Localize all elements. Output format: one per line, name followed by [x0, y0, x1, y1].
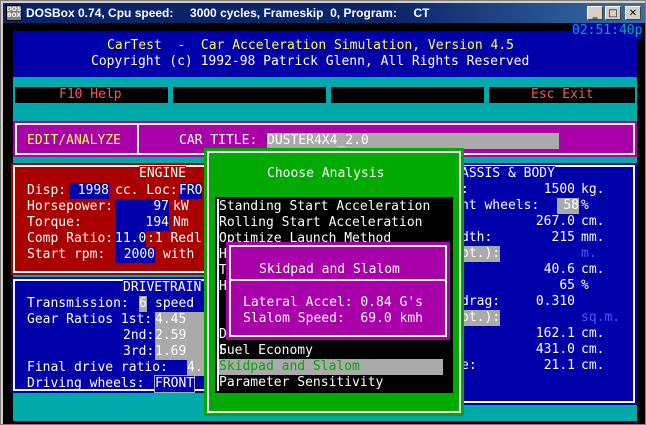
chassis-row12-unit: cm. — [581, 358, 605, 373]
chassis-weight-field[interactable]: 1500 — [515, 182, 575, 198]
mode-label: EDIT/ANALYZE — [27, 133, 121, 148]
gear-2-field[interactable]: 2.59 — [155, 328, 209, 344]
gear-1-field[interactable]: 4.45 — [155, 312, 209, 328]
chassis-row11-field[interactable]: 431.0 — [515, 342, 575, 358]
window-title: DOSBox 0.74, Cpu speed: 3000 cycles, Fra… — [26, 6, 430, 20]
chassis-row9-label: pt.): — [461, 310, 501, 326]
menu-item-fuel-economy[interactable]: Fuel Economy — [219, 343, 313, 359]
comp-unit: :1 Redl — [147, 231, 202, 246]
chassis-row10-field[interactable]: 162.1 — [515, 326, 575, 342]
choose-analysis-title: Choose Analysis — [267, 166, 385, 181]
menu-exit-label: Esc Exit — [531, 87, 594, 102]
menu-item-standing-start[interactable]: Standing Start Acceleration — [219, 199, 430, 215]
chassis-weight-unit: kg. — [581, 182, 605, 197]
lateral-accel-result: Lateral Accel: 0.84 G's — [243, 295, 424, 310]
final-drive-field[interactable]: 4. — [187, 360, 209, 376]
torque-label: Torque: — [27, 215, 82, 230]
start-rpm-label: Start rpm: — [27, 247, 106, 262]
menu-item-4[interactable]: H — [219, 247, 227, 263]
dosbox-window: DOS BOX DOSBox 0.74, Cpu speed: 3000 cyc… — [0, 0, 646, 425]
menu-item-5[interactable]: T — [219, 263, 227, 279]
menu-item-rolling-start[interactable]: Rolling Start Acceleration — [219, 215, 423, 231]
car-title-field[interactable]: DUSTER4X4_2.0 — [267, 133, 559, 149]
chassis-front-wheels-label: nt wheels: — [461, 198, 540, 213]
clock: 02:51:40p — [572, 23, 643, 39]
dos-screen: 02:51:40p CarTest - Car Acceleration Sim… — [3, 23, 645, 424]
hp-unit: kW — [173, 199, 189, 214]
chassis-wheelbase-unit: cm. — [581, 214, 605, 229]
chassis-row7-unit: % — [581, 278, 589, 293]
close-button[interactable]: ✕ — [625, 6, 641, 20]
gear-3-field[interactable]: 1.69 — [155, 344, 209, 360]
maximize-button[interactable]: □ — [605, 6, 621, 20]
comp-field[interactable]: 11.0 — [115, 231, 147, 247]
chassis-front-wheels-unit: % — [581, 198, 589, 213]
final-drive-label: Final drive ratio: — [27, 360, 168, 375]
chassis-row6-field[interactable]: 40.6 — [515, 262, 575, 278]
gear-1-label: Gear Ratios 1st: — [27, 312, 153, 327]
car-title-label: CAR TITLE: — [179, 133, 258, 148]
close-icon: ✕ — [628, 7, 638, 19]
disp-label: Disp: — [27, 183, 67, 198]
menu-slot-2 — [173, 87, 326, 103]
start-rpm-unit: with — [163, 247, 195, 262]
chassis-row12-label: e: — [461, 358, 477, 373]
disp-field[interactable]: 1998 — [69, 183, 109, 199]
gear-2-label: 2nd: — [123, 328, 155, 343]
comp-label: Comp Ratio: — [27, 231, 114, 246]
menu-item-parameter-sensitivity[interactable]: Parameter Sensitivity — [219, 375, 383, 391]
chassis-row5-label: pt.): — [461, 246, 501, 262]
chassis-row6-unit: cm. — [581, 262, 605, 277]
chassis-wheelbase-field[interactable]: 267.0 — [515, 214, 575, 230]
transmission-field[interactable]: 6 — [139, 296, 147, 312]
slalom-speed-result: Slalom Speed: 69.0 kmh — [243, 311, 424, 326]
icon-text-bottom: BOX — [6, 12, 22, 19]
dosbox-app-icon[interactable]: DOS BOX — [6, 5, 22, 21]
torque-field[interactable]: 194 — [115, 215, 169, 231]
hp-label: Horsepower: — [27, 199, 114, 214]
minimize-icon: _ — [592, 7, 598, 19]
start-rpm-field[interactable]: 2000 — [115, 247, 155, 263]
chassis-row5-unit: m. — [581, 246, 597, 261]
drivetrain-header: DRIVETRAIN — [123, 280, 202, 296]
car-title-divider — [137, 125, 139, 153]
transmission-unit: speed — [155, 296, 195, 311]
chassis-row9-unit: sq.m. — [581, 310, 621, 325]
app-title: CarTest - Car Acceleration Simulation, V… — [107, 38, 514, 53]
chassis-tire-width-field[interactable]: 215 — [515, 230, 575, 246]
chassis-tire-width-unit: mm. — [581, 230, 605, 245]
skidpad-divider — [231, 279, 445, 281]
skidpad-title: Skidpad and Slalom — [259, 262, 400, 277]
copyright: Copyright (c) 1992-98 Patrick Glenn, All… — [91, 54, 530, 69]
maximize-icon: □ — [608, 7, 618, 19]
chassis-row11-unit: cm. — [581, 342, 605, 357]
menu-item-7[interactable]: D — [219, 327, 227, 343]
chassis-drag-label: drag: — [461, 294, 501, 309]
driving-wheels-field[interactable]: FRONT — [153, 375, 196, 393]
loc-field[interactable]: FRO — [179, 183, 203, 199]
window-titlebar[interactable]: DOS BOX DOSBox 0.74, Cpu speed: 3000 cyc… — [3, 3, 645, 23]
torque-unit: Nm — [173, 215, 189, 230]
driving-wheels-label: Driving wheels: — [27, 376, 145, 391]
chassis-row10-unit: cm. — [581, 326, 605, 341]
chassis-row7-field[interactable]: 65 — [515, 278, 575, 294]
menu-help-label: F10 Help — [59, 87, 122, 102]
menu-slot-3 — [331, 87, 484, 103]
chassis-tire-width-label: dth: — [461, 230, 493, 245]
chassis-drag-field[interactable]: 0.310 — [515, 294, 575, 310]
menu-item-6[interactable]: H — [219, 279, 227, 295]
chassis-front-wheels-field[interactable]: 58 — [557, 198, 579, 214]
transmission-label: Transmission: — [27, 296, 129, 311]
menu-item-skidpad-slalom[interactable]: Skidpad and Slalom — [219, 359, 360, 375]
chassis-row12-field[interactable]: 21.1 — [515, 358, 575, 374]
chassis-header: ASSIS & BODY — [461, 166, 555, 182]
disp-unit: cc. Loc: — [115, 183, 178, 198]
gear-3-label: 3rd: — [123, 344, 155, 359]
hp-field[interactable]: 97 — [115, 199, 169, 215]
engine-header: ENGINE — [139, 166, 186, 182]
minimize-button[interactable]: _ — [587, 6, 603, 20]
